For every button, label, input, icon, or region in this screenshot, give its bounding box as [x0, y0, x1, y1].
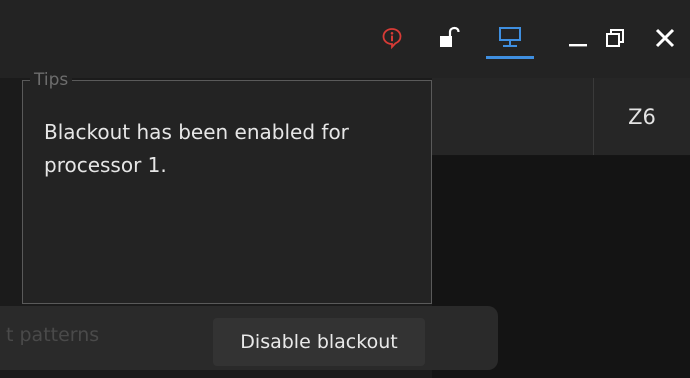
tips-panel	[22, 80, 432, 304]
restore-icon[interactable]	[600, 20, 630, 56]
minimize-icon[interactable]	[563, 20, 593, 56]
disable-blackout-button[interactable]: Disable blackout	[213, 318, 425, 366]
app-window: Z6 t patterns Tips Blackout has been ena…	[0, 0, 690, 378]
tips-message: Blackout has been enabled for processor …	[44, 120, 349, 177]
tips-legend: Tips	[30, 70, 73, 90]
column-header-z6[interactable]: Z6	[594, 78, 690, 155]
title-bar	[0, 0, 690, 78]
info-alert-icon[interactable]	[377, 20, 407, 56]
active-tab-underline	[486, 56, 534, 59]
background-patterns-label: t patterns	[6, 324, 100, 346]
column-header-previous[interactable]	[432, 78, 594, 155]
unlock-icon[interactable]	[434, 20, 464, 56]
close-icon[interactable]	[650, 20, 680, 56]
monitor-icon[interactable]	[495, 20, 525, 56]
table-header: Z6	[432, 78, 690, 156]
